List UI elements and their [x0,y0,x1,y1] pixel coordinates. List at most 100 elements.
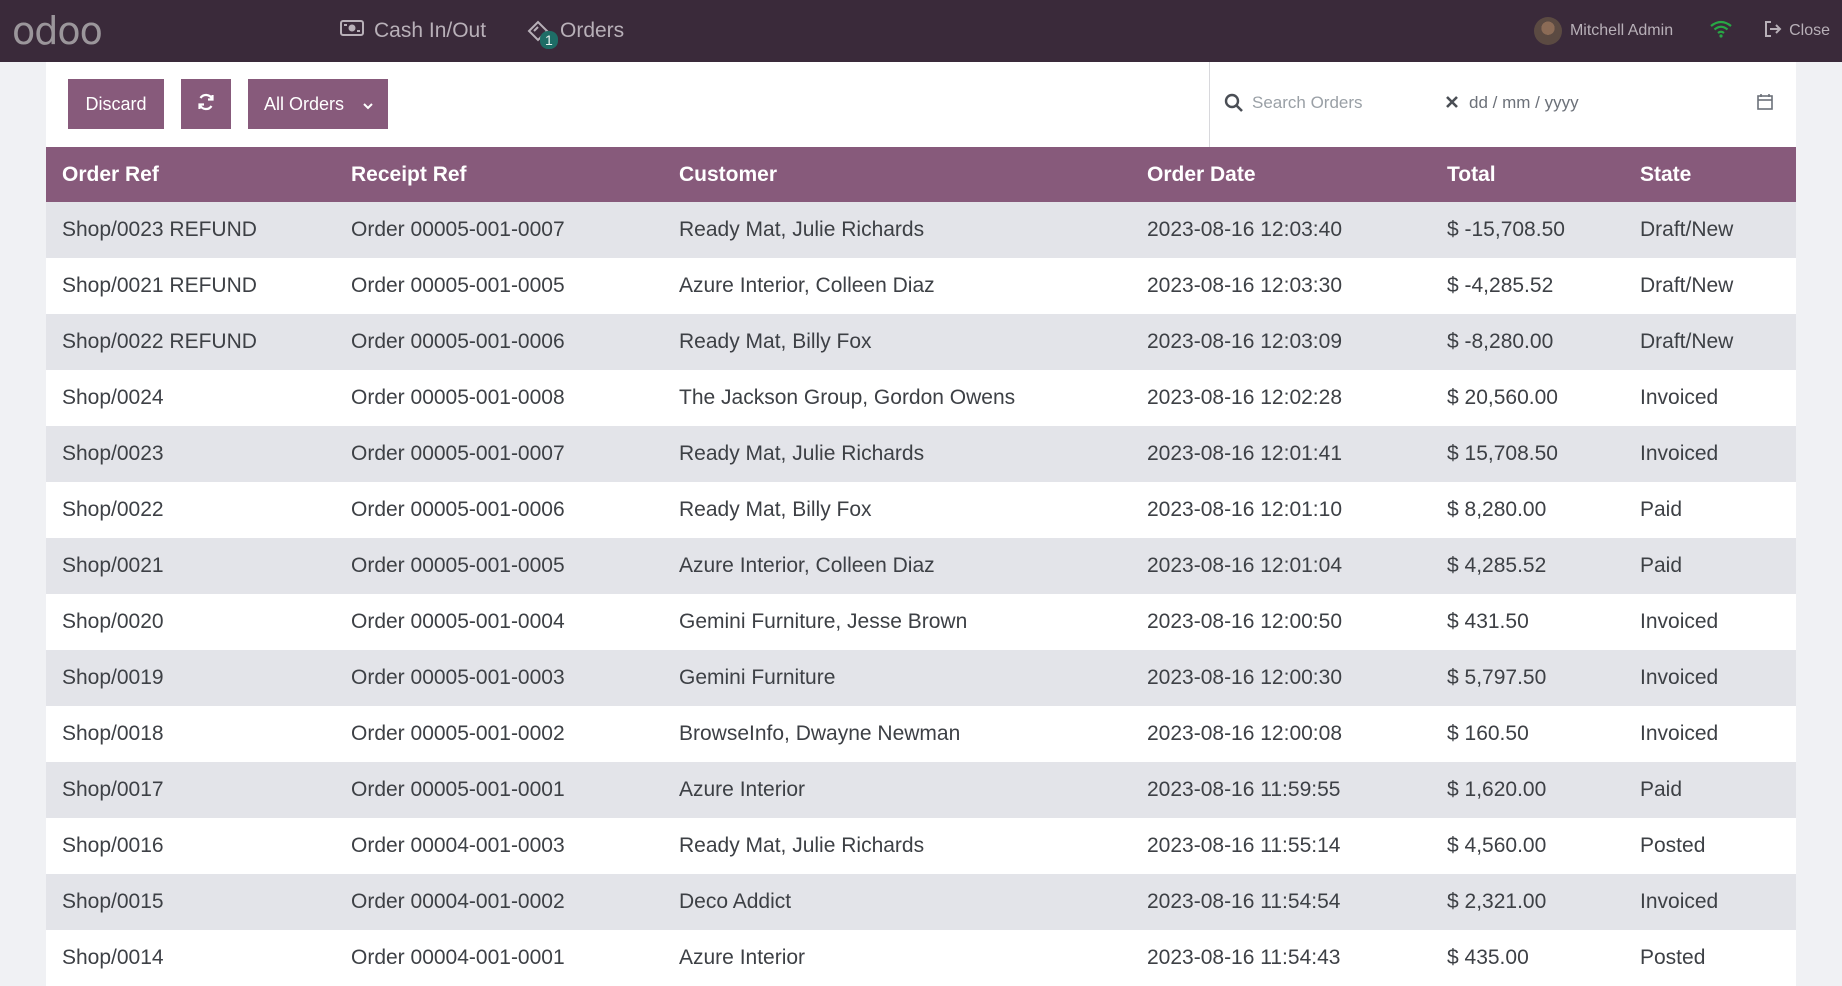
cell-order-date: 2023-08-16 12:02:28 [1147,386,1342,409]
cell-total: $ 4,560.00 [1447,834,1547,857]
user-avatar[interactable] [1533,17,1562,45]
sign-out-icon [1763,20,1783,43]
cell-receipt-ref: Order 00005-001-0002 [351,722,565,745]
cell-total: $ 431.50 [1447,610,1529,633]
table-row[interactable]: Shop/0019 Order 00005-001-0003 Gemini Furn… [46,650,1796,706]
cell-customer: Azure Interior, Colleen Diaz [679,554,935,577]
refresh-button[interactable] [181,79,231,129]
cell-order-date: 2023-08-16 11:55:14 [1147,834,1341,857]
cell-total: $ 8,280.00 [1447,498,1547,521]
top-navbar: odoo Cash In/Out 1 Orders Mitchell Admin… [0,0,1842,62]
search-input[interactable]: Search Orders [1252,93,1363,113]
cell-receipt-ref: Order 00004-001-0002 [351,890,565,913]
cell-customer: Ready Mat, Julie Richards [679,442,925,465]
cell-state: Draft/New [1640,218,1734,241]
orders-table: Order Ref Receipt Ref Customer Order Dat… [46,147,1796,986]
column-header-state: State [1640,162,1692,186]
cell-total: $ 5,797.50 [1447,666,1547,689]
cell-order-date: 2023-08-16 12:03:30 [1147,274,1342,297]
cell-receipt-ref: Order 00005-001-0006 [351,330,565,353]
cell-order-date: 2023-08-16 11:59:55 [1147,778,1341,801]
cell-order-ref: Shop/0022 [62,498,164,521]
table-row[interactable]: Shop/0017 Order 00005-001-0001 Azure Inter… [46,762,1796,818]
table-row[interactable]: Shop/0021 Order 00005-001-0005 Azure Inter… [46,538,1796,594]
cell-total: $ 4,285.52 [1447,554,1547,577]
odoo-logo: odoo [12,9,103,53]
cell-order-ref: Shop/0024 [62,386,164,409]
cell-receipt-ref: Order 00005-001-0004 [351,610,565,633]
cell-customer: Ready Mat, Julie Richards [679,834,925,857]
table-row[interactable]: Shop/0022 Order 00005-001-0006 Ready Mat, … [46,482,1796,538]
orders-label: Orders [560,19,625,42]
cash-in-out-button[interactable]: Cash In/Out [340,0,486,62]
cell-total: $ -4,285.52 [1447,274,1554,297]
cell-state: Draft/New [1640,274,1734,297]
cell-customer: Azure Interior [679,946,806,969]
orders-count-badge: 1 [540,31,558,49]
cell-total: $ 20,560.00 [1447,386,1558,409]
order-filter-select[interactable]: All Orders [248,79,388,129]
cell-customer: Ready Mat, Billy Fox [679,330,872,353]
cell-state: Invoiced [1640,442,1719,465]
cell-state: Invoiced [1640,610,1719,633]
cell-order-date: 2023-08-16 12:03:09 [1147,330,1342,353]
cell-order-date: 2023-08-16 12:03:40 [1147,218,1342,241]
cell-order-ref: Shop/0014 [62,946,164,969]
close-button[interactable]: Close [1763,20,1830,43]
table-row[interactable]: Shop/0024 Order 00005-001-0008 The Jackson… [46,370,1796,426]
cell-state: Invoiced [1640,386,1719,409]
user-name[interactable]: Mitchell Admin [1570,22,1673,40]
cell-order-date: 2023-08-16 11:54:43 [1147,946,1341,969]
cell-customer: The Jackson Group, Gordon Owens [679,386,1016,409]
cell-total: $ 435.00 [1447,946,1529,969]
cell-order-ref: Shop/0018 [62,722,164,745]
cell-total: $ 2,321.00 [1447,890,1547,913]
cell-order-ref: Shop/0023 REFUND [62,218,257,241]
cell-order-ref: Shop/0020 [62,610,164,633]
cell-state: Invoiced [1640,890,1719,913]
table-row[interactable]: Shop/0015 Order 00004-001-0002 Deco Addict… [46,874,1796,930]
cell-order-ref: Shop/0022 REFUND [62,330,257,353]
table-row[interactable]: Shop/0023 REFUND Order 00005-001-0007 Read… [46,202,1796,258]
cell-receipt-ref: Order 00005-001-0001 [351,778,565,801]
discard-button[interactable]: Discard [68,79,164,129]
table-row[interactable]: Shop/0023 Order 00005-001-0007 Ready Mat, … [46,426,1796,482]
cell-state: Paid [1640,554,1683,577]
cell-receipt-ref: Order 00005-001-0007 [351,218,565,241]
calendar-icon[interactable] [1756,93,1774,116]
table-row[interactable]: Shop/0016 Order 00004-001-0003 Ready Mat, … [46,818,1796,874]
cell-receipt-ref: Order 00005-001-0005 [351,554,565,577]
cell-receipt-ref: Order 00004-001-0003 [351,834,565,857]
cell-order-date: 2023-08-16 12:00:50 [1147,610,1342,633]
close-label: Close [1789,22,1830,39]
cell-state: Paid [1640,498,1683,521]
cell-order-date: 2023-08-16 12:01:10 [1147,498,1342,521]
control-panel: Discard All Orders Search Orders dd / mm… [46,62,1796,147]
chevron-down-icon [362,94,374,115]
table-row[interactable]: Shop/0021 REFUND Order 00005-001-0005 Azur… [46,258,1796,314]
cell-customer: Gemini Furniture [679,666,836,689]
navbar-right: Mitchell Admin Close [1533,0,1842,62]
search-icon [1224,93,1244,118]
table-row[interactable]: Shop/0022 REFUND Order 00005-001-0006 Read… [46,314,1796,370]
cell-total: $ -15,708.50 [1447,218,1565,241]
cell-state: Invoiced [1640,666,1719,689]
cell-total: $ 15,708.50 [1447,442,1558,465]
orders-button[interactable]: 1 Orders [526,0,624,62]
cell-order-date: 2023-08-16 12:00:30 [1147,666,1342,689]
table-row[interactable]: Shop/0020 Order 00005-001-0004 Gemini Furn… [46,594,1796,650]
table-row[interactable]: Shop/0014 Order 00004-001-0001 Azure Inter… [46,930,1796,986]
table-body: Shop/0023 REFUND Order 00005-001-0007 Read… [46,202,1796,986]
cell-receipt-ref: Order 00005-001-0003 [351,666,565,689]
cell-order-ref: Shop/0021 [62,554,164,577]
table-header: Order Ref Receipt Ref Customer Order Dat… [46,147,1796,202]
order-filter-label: All Orders [264,93,345,114]
cell-receipt-ref: Order 00005-001-0007 [351,442,565,465]
cell-order-ref: Shop/0021 REFUND [62,274,257,297]
cell-order-ref: Shop/0015 [62,890,164,913]
cell-customer: Gemini Furniture, Jesse Brown [679,610,968,633]
date-input[interactable]: dd / mm / yyyy [1469,93,1579,113]
clear-icon[interactable] [1445,93,1459,116]
table-row[interactable]: Shop/0018 Order 00005-001-0002 BrowseInfo,… [46,706,1796,762]
wifi-icon [1709,20,1733,43]
